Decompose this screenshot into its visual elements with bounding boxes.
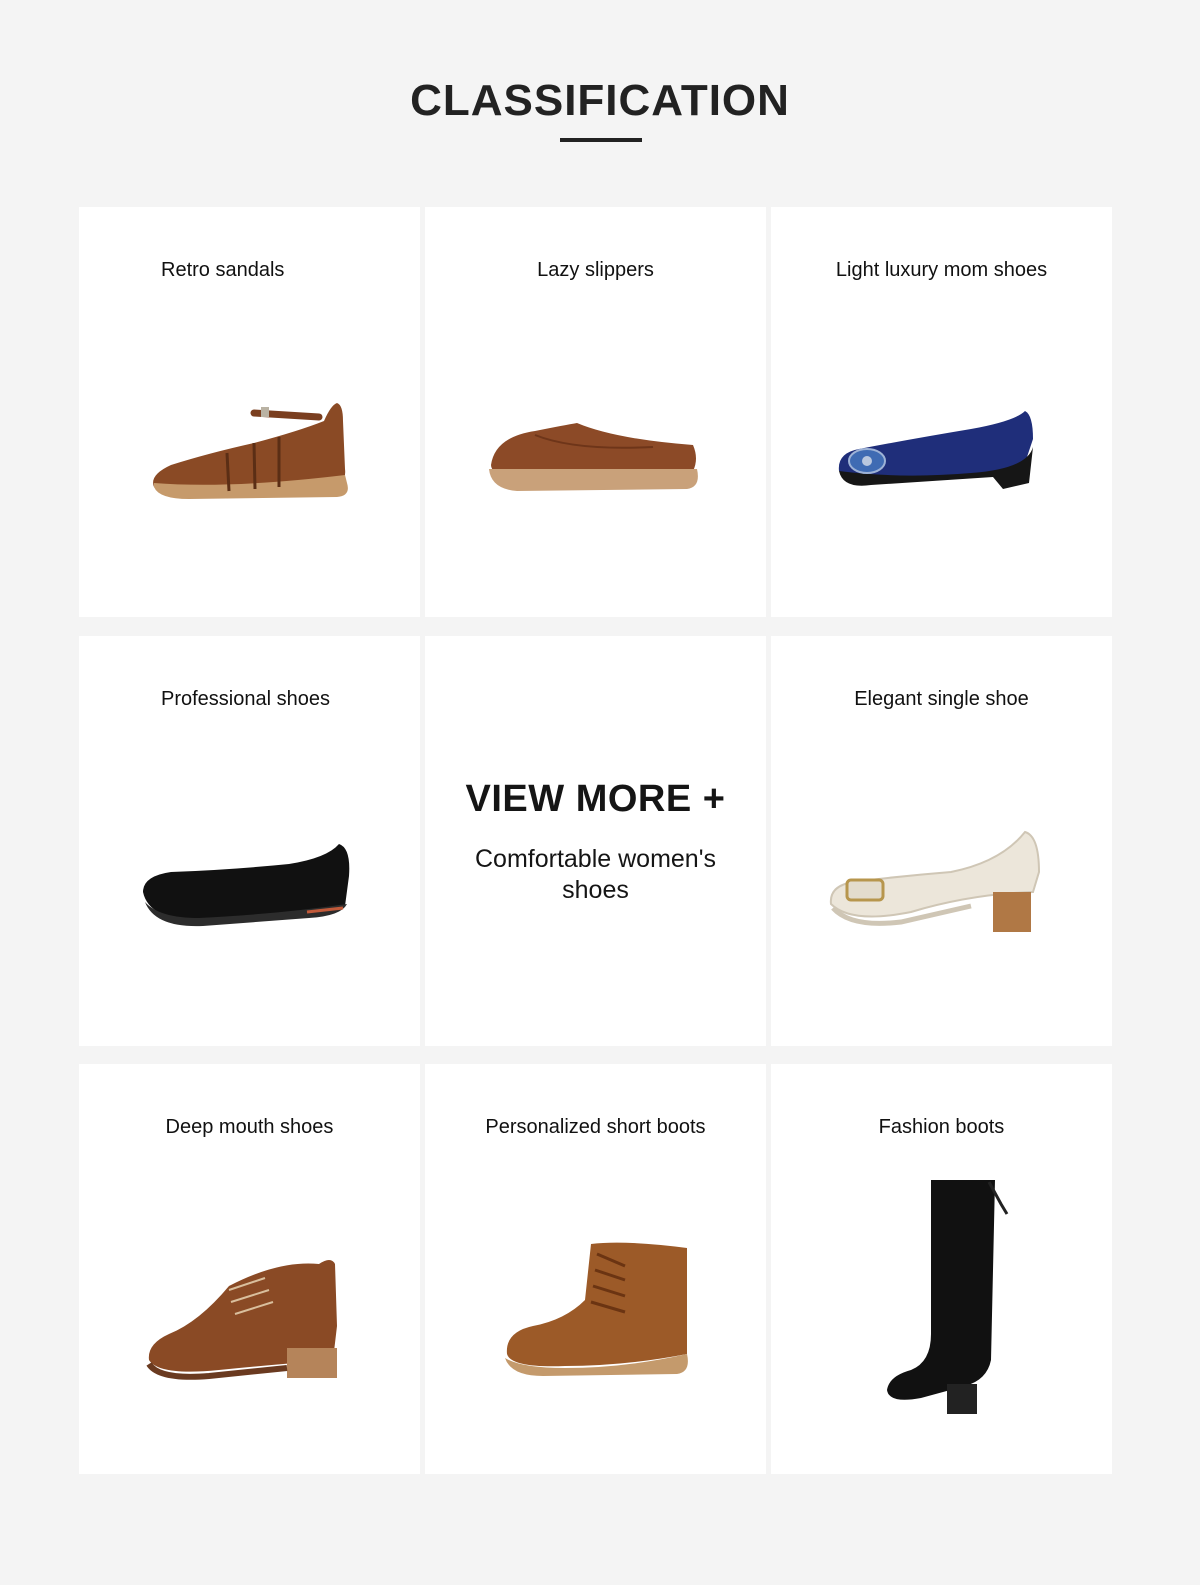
view-more-card[interactable]: VIEW MORE + Comfortable women's shoes: [425, 636, 766, 1046]
black-knee-boot-image: [887, 1180, 1009, 1414]
view-more-subtitle: Comfortable women's shoes: [475, 845, 716, 904]
category-grid: Retro sandals Lazy slippers Light luxury…: [79, 207, 1122, 1485]
view-more-button[interactable]: VIEW MORE +: [425, 778, 766, 821]
category-card-light-luxury-mom-shoes[interactable]: Light luxury mom shoes: [771, 207, 1112, 617]
category-card-retro-sandals[interactable]: Retro sandals: [79, 207, 420, 617]
cream-pump-image: [829, 830, 1041, 932]
category-card-deep-mouth-shoes[interactable]: Deep mouth shoes: [79, 1064, 420, 1474]
category-card-lazy-slippers[interactable]: Lazy slippers: [425, 207, 766, 617]
lazy-slipper-image: [489, 423, 698, 491]
title-underline: [560, 138, 642, 142]
category-card-fashion-boots[interactable]: Fashion boots: [771, 1064, 1112, 1474]
category-card-professional-shoes[interactable]: Professional shoes: [79, 636, 420, 1046]
brown-oxford-heel-image: [146, 1260, 337, 1380]
black-flat-image: [143, 844, 350, 927]
tan-ankle-boot-image: [505, 1242, 688, 1376]
page-title: CLASSIFICATION: [410, 76, 790, 125]
category-card-personalized-short-boots[interactable]: Personalized short boots: [425, 1064, 766, 1474]
blue-wedge-flat-image: [838, 411, 1033, 489]
retro-sandal-image: [153, 403, 348, 499]
category-card-elegant-single-shoe[interactable]: Elegant single shoe: [771, 636, 1112, 1046]
